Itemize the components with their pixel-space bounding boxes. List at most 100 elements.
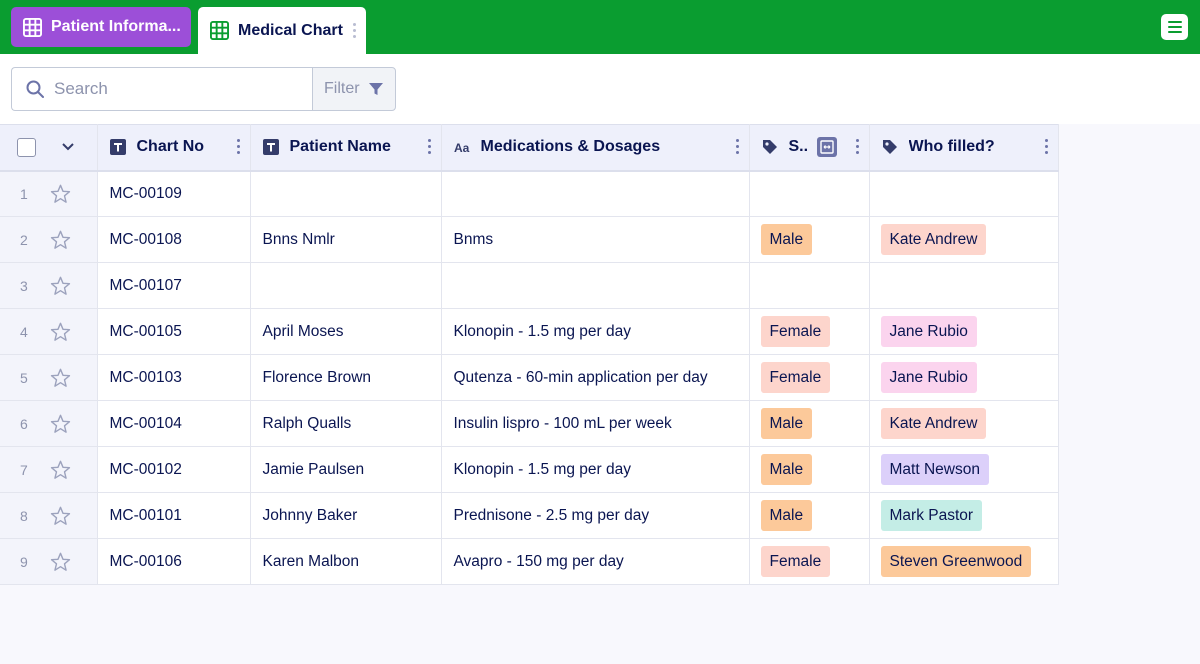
row-number: 2 — [20, 231, 28, 248]
cell-text: Ralph Qualls — [262, 414, 352, 432]
top-bar: Patient Informa... Medical Chart — [0, 0, 1200, 54]
star-icon[interactable] — [50, 552, 71, 572]
cell-medication[interactable]: Klonopin - 1.5 mg per day — [441, 308, 750, 355]
table-row[interactable]: 5 MC-00103 Florence Brown Qutenza - 60-min … — [0, 354, 1059, 401]
star-icon[interactable] — [50, 368, 71, 388]
tab-patient-information[interactable]: Patient Informa... — [11, 7, 191, 47]
column-menu-icon[interactable] — [855, 139, 859, 155]
table-icon — [23, 17, 42, 37]
cell-chart-no[interactable]: MC-00102 — [97, 446, 251, 493]
tag-badge: Jane Rubio — [880, 362, 977, 393]
cell-who-filled[interactable]: Steven Greenwood — [869, 538, 1059, 585]
table-row[interactable]: 6 MC-00104 Ralph Qualls Insulin lispro - 10… — [0, 400, 1059, 447]
cell-medication[interactable]: Qutenza - 60-min application per day — [441, 354, 750, 401]
cell-medication[interactable]: Klonopin - 1.5 mg per day — [441, 446, 750, 493]
cell-patient-name[interactable]: April Moses — [250, 308, 442, 355]
table-row[interactable]: 1 MC-00109 — [0, 170, 1059, 217]
cell-sex[interactable]: Male — [749, 216, 870, 263]
cell-patient-name[interactable]: Florence Brown — [250, 354, 442, 401]
table-row[interactable]: 4 MC-00105 April Moses Klonopin - 1.5 mg pe… — [0, 308, 1059, 355]
cell-chart-no[interactable]: MC-00108 — [97, 216, 251, 263]
cell-sex[interactable]: Male — [749, 492, 870, 539]
tab-medical-chart[interactable]: Medical Chart — [198, 7, 366, 54]
filter-button[interactable]: Filter — [312, 67, 396, 111]
cell-chart-no[interactable]: MC-00104 — [97, 400, 251, 447]
star-icon[interactable] — [50, 184, 71, 204]
cell-sex[interactable]: Female — [749, 308, 870, 355]
cell-who-filled[interactable]: Kate Andrew — [869, 400, 1059, 447]
star-icon[interactable] — [50, 460, 71, 480]
star-icon[interactable] — [50, 506, 71, 526]
column-menu-icon[interactable] — [236, 139, 240, 155]
table-row[interactable]: 3 MC-00107 — [0, 262, 1059, 309]
cell-text: Klonopin - 1.5 mg per day — [453, 460, 632, 478]
cell-patient-name[interactable] — [250, 262, 442, 309]
long-text-type-icon: Aa — [454, 141, 470, 155]
column-resize-icon[interactable] — [816, 137, 837, 158]
column-header-who-filled[interactable]: Who filled? — [869, 124, 1059, 172]
cell-medication[interactable]: Avapro - 150 mg per day — [441, 538, 750, 585]
cell-medication[interactable] — [441, 262, 750, 309]
cell-chart-no[interactable]: MC-00109 — [97, 170, 251, 217]
table-row[interactable]: 7 MC-00102 Jamie Paulsen Klonopin - 1.5 mg … — [0, 446, 1059, 493]
cell-who-filled[interactable]: Kate Andrew — [869, 216, 1059, 263]
cell-text: Jamie Paulsen — [262, 460, 365, 478]
table-row[interactable]: 9 MC-00106 Karen Malbon Avapro - 150 mg per… — [0, 538, 1059, 585]
star-icon[interactable] — [50, 276, 71, 296]
cell-patient-name[interactable]: Jamie Paulsen — [250, 446, 442, 493]
cell-patient-name[interactable]: Karen Malbon — [250, 538, 442, 585]
cell-who-filled[interactable]: Jane Rubio — [869, 354, 1059, 401]
cell-medication[interactable]: Bnms — [441, 216, 750, 263]
menu-button[interactable] — [1161, 14, 1188, 40]
tab-label: Medical Chart — [238, 21, 343, 39]
column-header-sex[interactable]: S.. — [749, 124, 870, 172]
cell-who-filled[interactable] — [869, 262, 1059, 309]
cell-who-filled[interactable]: Mark Pastor — [869, 492, 1059, 539]
tag-badge: Female — [760, 362, 831, 393]
cell-sex[interactable]: Male — [749, 446, 870, 493]
cell-who-filled[interactable]: Jane Rubio — [869, 308, 1059, 355]
column-header-medications[interactable]: Aa Medications & Dosages — [441, 124, 750, 172]
cell-sex[interactable]: Male — [749, 400, 870, 447]
tag-badge: Kate Andrew — [880, 224, 987, 255]
tab-label: Patient Informa... — [51, 18, 181, 35]
cell-sex[interactable]: Female — [749, 354, 870, 401]
column-menu-icon[interactable] — [735, 139, 739, 155]
cell-chart-no[interactable]: MC-00106 — [97, 538, 251, 585]
star-icon[interactable] — [50, 414, 71, 434]
filter-label: Filter — [324, 80, 360, 97]
column-label: S.. — [788, 138, 809, 156]
cell-text: Johnny Baker — [262, 506, 358, 524]
column-menu-icon[interactable] — [427, 139, 431, 155]
cell-medication[interactable] — [441, 170, 750, 217]
cell-sex[interactable]: Female — [749, 538, 870, 585]
row-header: 7 — [0, 446, 98, 493]
column-menu-icon[interactable] — [1044, 139, 1048, 155]
column-header-chart-no[interactable]: Chart No — [97, 124, 251, 172]
search-input[interactable] — [54, 79, 294, 99]
column-header-patient-name[interactable]: Patient Name — [250, 124, 442, 172]
table-row[interactable]: 2 MC-00108 Bnns Nmlr Bnms Male Kate Andrew — [0, 216, 1059, 263]
tag-badge: Male — [760, 224, 813, 255]
cell-who-filled[interactable] — [869, 170, 1059, 217]
cell-medication[interactable]: Prednisone - 2.5 mg per day — [441, 492, 750, 539]
select-all-checkbox[interactable] — [17, 137, 36, 157]
cell-medication[interactable]: Insulin lispro - 100 mL per week — [441, 400, 750, 447]
cell-patient-name[interactable] — [250, 170, 442, 217]
star-icon[interactable] — [50, 322, 71, 342]
star-icon[interactable] — [50, 230, 71, 250]
cell-sex[interactable] — [749, 170, 870, 217]
cell-sex[interactable] — [749, 262, 870, 309]
cell-text: MC-00101 — [109, 506, 182, 524]
cell-patient-name[interactable]: Johnny Baker — [250, 492, 442, 539]
chevron-down-icon[interactable] — [62, 143, 74, 151]
cell-patient-name[interactable]: Ralph Qualls — [250, 400, 442, 447]
tab-more-icon[interactable] — [352, 23, 356, 38]
cell-chart-no[interactable]: MC-00103 — [97, 354, 251, 401]
cell-patient-name[interactable]: Bnns Nmlr — [250, 216, 442, 263]
cell-chart-no[interactable]: MC-00105 — [97, 308, 251, 355]
cell-who-filled[interactable]: Matt Newson — [869, 446, 1059, 493]
table-row[interactable]: 8 MC-00101 Johnny Baker Prednisone - 2.5 mg… — [0, 492, 1059, 539]
cell-chart-no[interactable]: MC-00107 — [97, 262, 251, 309]
cell-chart-no[interactable]: MC-00101 — [97, 492, 251, 539]
